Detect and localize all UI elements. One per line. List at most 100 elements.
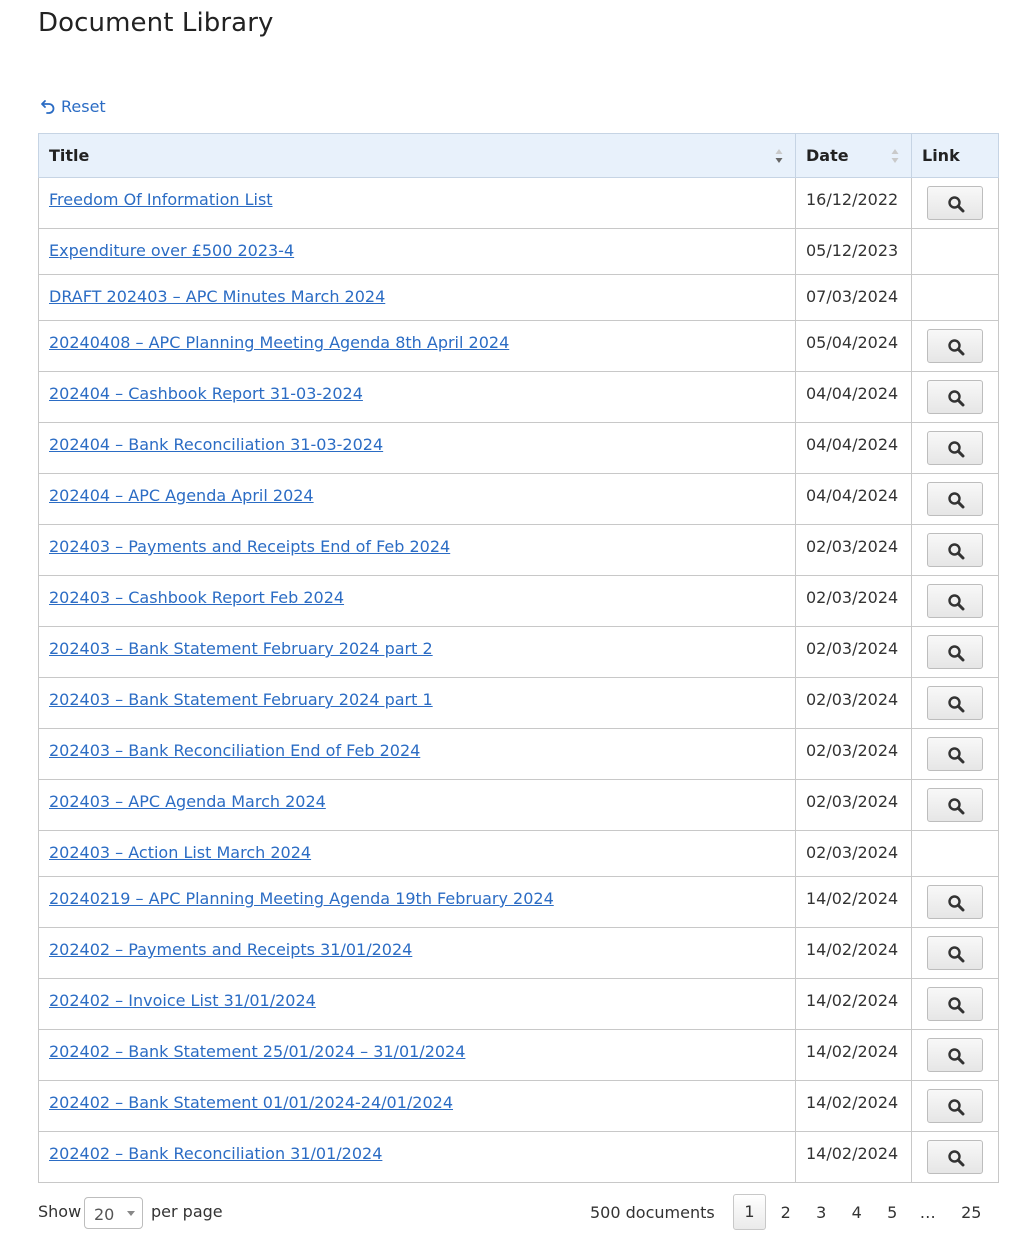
- document-date: 04/04/2024: [806, 384, 899, 403]
- title-cell: 202402 – Bank Statement 25/01/2024 – 31/…: [38, 1029, 796, 1081]
- document-title-link[interactable]: DRAFT 202403 – APC Minutes March 2024: [49, 287, 385, 306]
- link-cell: [911, 524, 999, 576]
- search-icon: [948, 946, 965, 963]
- document-date: 05/04/2024: [806, 333, 899, 352]
- table-footer: Show 20 per page 500 documents 1 2 3 4 5 … 25: [38, 1193, 998, 1233]
- document-date: 14/02/2024: [806, 1093, 899, 1112]
- link-cell: [911, 728, 999, 780]
- title-cell: Expenditure over £500 2023-4: [38, 228, 796, 275]
- reset-button[interactable]: Reset: [40, 97, 106, 116]
- view-document-button[interactable]: [927, 1140, 983, 1174]
- document-date: 07/03/2024: [806, 287, 899, 306]
- page-25-button[interactable]: 25: [954, 1203, 990, 1222]
- document-date: 14/02/2024: [806, 1042, 899, 1061]
- document-title-link[interactable]: 202404 – Bank Reconciliation 31-03-2024: [49, 435, 383, 454]
- document-title-link[interactable]: 202402 – Invoice List 31/01/2024: [49, 991, 316, 1010]
- document-date: 05/12/2023: [806, 241, 899, 260]
- table-row: 202403 – Bank Statement February 2024 pa…: [38, 677, 999, 729]
- table-row: 202403 – Action List March 2024 02/03/202…: [38, 830, 999, 877]
- column-title-label: Title: [49, 146, 90, 165]
- view-document-button[interactable]: [927, 1038, 983, 1072]
- link-cell: [911, 575, 999, 627]
- date-cell: 14/02/2024: [795, 1131, 912, 1183]
- document-title-link[interactable]: 202404 – Cashbook Report 31-03-2024: [49, 384, 363, 403]
- view-document-button[interactable]: [927, 1089, 983, 1123]
- view-document-button[interactable]: [927, 635, 983, 669]
- table-row: DRAFT 202403 – APC Minutes March 2024 07/…: [38, 274, 999, 321]
- document-title-link[interactable]: 202402 – Bank Reconciliation 31/01/2024: [49, 1144, 382, 1163]
- view-document-button[interactable]: [927, 584, 983, 618]
- view-document-button[interactable]: [927, 737, 983, 771]
- page-5-button[interactable]: 5: [875, 1203, 911, 1222]
- search-icon: [948, 196, 965, 213]
- document-title-link[interactable]: 202403 – Payments and Receipts End of Fe…: [49, 537, 450, 556]
- per-page-select[interactable]: 20: [84, 1197, 143, 1229]
- view-document-button[interactable]: [927, 533, 983, 567]
- view-document-button[interactable]: [927, 987, 983, 1021]
- view-document-button[interactable]: [927, 885, 983, 919]
- document-title-link[interactable]: 202403 – Bank Statement February 2024 pa…: [49, 690, 433, 709]
- document-count: 500 documents: [590, 1203, 715, 1222]
- document-title-link[interactable]: 20240408 – APC Planning Meeting Agenda 8…: [49, 333, 509, 352]
- table-row: 202403 – Payments and Receipts End of Fe…: [38, 524, 999, 576]
- search-icon: [948, 441, 965, 458]
- date-cell: 02/03/2024: [795, 626, 912, 678]
- undo-icon: [41, 99, 55, 114]
- title-cell: DRAFT 202403 – APC Minutes March 2024: [38, 274, 796, 321]
- pagination-ellipsis: …: [919, 1202, 936, 1222]
- table-row: 202403 – Bank Statement February 2024 pa…: [38, 626, 999, 678]
- document-title-link[interactable]: 202404 – APC Agenda April 2024: [49, 486, 314, 505]
- title-cell: 202404 – APC Agenda April 2024: [38, 473, 796, 525]
- document-title-link[interactable]: 202403 – Bank Reconciliation End of Feb …: [49, 741, 420, 760]
- document-title-link[interactable]: 202402 – Payments and Receipts 31/01/202…: [49, 940, 412, 959]
- document-title-link[interactable]: Freedom Of Information List: [49, 190, 273, 209]
- view-document-button[interactable]: [927, 482, 983, 516]
- document-title-link[interactable]: 202402 – Bank Statement 25/01/2024 – 31/…: [49, 1042, 465, 1061]
- table-row: 202403 – Bank Reconciliation End of Feb …: [38, 728, 999, 780]
- document-title-link[interactable]: Expenditure over £500 2023-4: [49, 241, 294, 260]
- view-document-button[interactable]: [927, 431, 983, 465]
- per-page-value: 20: [94, 1205, 115, 1224]
- table-row: 202404 – APC Agenda April 2024 04/04/2024: [38, 473, 999, 525]
- title-cell: 202403 – Payments and Receipts End of Fe…: [38, 524, 796, 576]
- table-row: 20240408 – APC Planning Meeting Agenda 8…: [38, 320, 999, 372]
- table-row: 20240219 – APC Planning Meeting Agenda 1…: [38, 876, 999, 928]
- link-cell: [911, 320, 999, 372]
- page-4-button[interactable]: 4: [839, 1203, 875, 1222]
- table-row: Freedom Of Information List 16/12/2022: [38, 177, 999, 229]
- document-title-link[interactable]: 20240219 – APC Planning Meeting Agenda 1…: [49, 889, 554, 908]
- sort-icon: [891, 149, 899, 163]
- view-document-button[interactable]: [927, 686, 983, 720]
- view-document-button[interactable]: [927, 380, 983, 414]
- link-cell: [911, 927, 999, 979]
- table-row: 202402 – Bank Statement 25/01/2024 – 31/…: [38, 1029, 999, 1081]
- page-2-button[interactable]: 2: [768, 1203, 804, 1222]
- title-cell: 202404 – Cashbook Report 31-03-2024: [38, 371, 796, 423]
- document-date: 04/04/2024: [806, 486, 899, 505]
- view-document-button[interactable]: [927, 936, 983, 970]
- view-document-button[interactable]: [927, 788, 983, 822]
- title-cell: 202402 – Bank Reconciliation 31/01/2024: [38, 1131, 796, 1183]
- documents-table: Title Date Link Freedom Of Information L…: [38, 133, 999, 1183]
- view-document-button[interactable]: [927, 329, 983, 363]
- document-title-link[interactable]: 202403 – Action List March 2024: [49, 843, 311, 862]
- document-title-link[interactable]: 202403 – Cashbook Report Feb 2024: [49, 588, 344, 607]
- page-1-button[interactable]: 1: [733, 1194, 766, 1230]
- document-title-link[interactable]: 202402 – Bank Statement 01/01/2024-24/01…: [49, 1093, 453, 1112]
- link-cell: [911, 473, 999, 525]
- title-cell: 202402 – Bank Statement 01/01/2024-24/01…: [38, 1080, 796, 1132]
- link-cell: [911, 830, 999, 877]
- view-document-button[interactable]: [927, 186, 983, 220]
- column-header-link: Link: [911, 133, 999, 178]
- page-3-button[interactable]: 3: [804, 1203, 840, 1222]
- date-cell: 04/04/2024: [795, 422, 912, 474]
- column-header-date[interactable]: Date: [795, 133, 912, 178]
- link-cell: [911, 1029, 999, 1081]
- search-icon: [948, 997, 965, 1014]
- column-header-title[interactable]: Title: [38, 133, 796, 178]
- document-date: 02/03/2024: [806, 537, 899, 556]
- document-title-link[interactable]: 202403 – Bank Statement February 2024 pa…: [49, 639, 433, 658]
- date-cell: 14/02/2024: [795, 927, 912, 979]
- title-cell: 20240408 – APC Planning Meeting Agenda 8…: [38, 320, 796, 372]
- document-title-link[interactable]: 202403 – APC Agenda March 2024: [49, 792, 326, 811]
